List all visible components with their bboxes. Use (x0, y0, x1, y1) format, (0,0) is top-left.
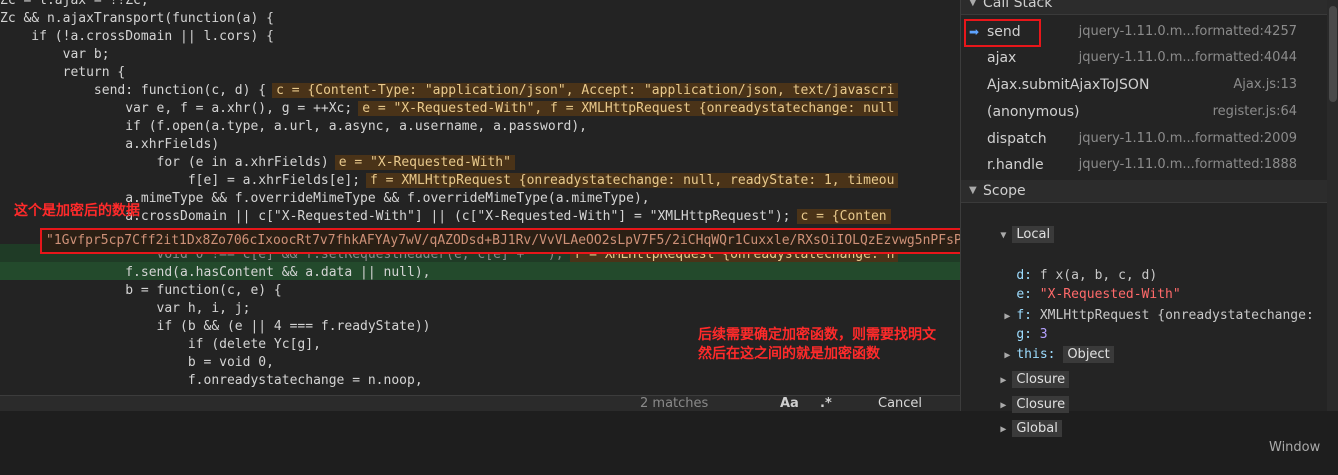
call-frame[interactable]: Ajax.submitAjaxToJSON Ajax.js:13 (961, 72, 1327, 98)
match-case-button[interactable]: Aa (780, 396, 799, 411)
code-line: Zc && n.ajaxTransport(function(a) { (0, 11, 274, 26)
code-line: b = function(c, e) { (0, 283, 282, 298)
call-stack-title: Call Stack (983, 0, 1053, 11)
code-line: send: function(c, d) {c = {Content-Type:… (0, 82, 899, 100)
code-line: Zc = l.ajax = !!Zc, (0, 0, 149, 8)
inline-value: e = "X-Requested-With", f = XMLHttpReque… (358, 101, 899, 116)
inline-value: c = {Content-Type: "application/json", A… (272, 83, 899, 98)
code-line: var b; (0, 47, 110, 62)
sidebar-scrollbar[interactable] (1327, 0, 1338, 411)
scrollbar-thumb[interactable] (1329, 6, 1337, 102)
inline-value: e = "X-Requested-With" (334, 155, 515, 170)
chevron-down-icon: ▼ (969, 185, 977, 196)
code-line: var h, i, j; (0, 301, 251, 316)
call-frame[interactable]: dispatch jquery-1.11.0.m...formatted:200… (961, 126, 1327, 152)
code-line: a.xhrFields) (0, 137, 220, 152)
code-line: f.send(a.hasContent && a.data || null), (0, 265, 431, 280)
code-line: b = void 0, (0, 355, 274, 370)
debugger-sidebar: ▼ Call Stack ➡ send jquery-1.11.0.m...fo… (960, 0, 1338, 455)
code-line: for (e in a.xhrFields) e = "X-Requested-W… (0, 154, 515, 172)
call-frame[interactable]: r.handle jquery-1.11.0.m...formatted:188… (961, 152, 1327, 178)
annotation-encrypt-function: 然后在这之间的就是加密函数 (698, 346, 880, 362)
annotation-encrypted-data: 这个是加密后的数据 (14, 203, 140, 219)
code-line: if (f.open(a.type, a.url, a.async, a.use… (0, 119, 587, 134)
scope-header[interactable]: ▼ Scope (961, 180, 1338, 203)
code-line: if (b && (e || 4 === f.readyState)) (0, 319, 431, 334)
chevron-right-icon: ▶ (1000, 424, 1013, 435)
inline-value: f = XMLHttpRequest {onreadystatechange: … (366, 173, 899, 188)
annotation-find-plaintext: 后续需要确定加密函数，则需要找明文 (698, 327, 936, 343)
code-line: if (delete Yc[g], (0, 337, 321, 352)
find-bar: 2 matches Aa .* Cancel (0, 395, 960, 411)
chevron-down-icon: ▼ (1000, 230, 1013, 241)
scope-title: Scope (983, 183, 1026, 199)
call-frame[interactable]: (anonymous) register.js:64 (961, 99, 1327, 125)
code-line: var e, f = a.xhr(), g = ++Xc; e = "X-Requ… (0, 100, 899, 118)
call-frame[interactable]: ajax jquery-1.11.0.m...formatted:4044 (961, 45, 1327, 71)
send-frame-highlight (964, 19, 1041, 47)
global-value: Window (1269, 440, 1321, 455)
global-scope[interactable]: ▶ Global Window (969, 402, 1320, 475)
find-match-count: 2 matches (640, 396, 709, 411)
code-line: f.onreadystatechange = n.noop, (0, 373, 423, 388)
code-line: f[e] = a.xhrFields[e]; f = XMLHttpRequest… (0, 172, 899, 190)
regex-button[interactable]: .* (820, 396, 832, 411)
code-line: return { (0, 65, 126, 80)
chevron-down-icon: ▼ (969, 0, 977, 8)
call-stack-header[interactable]: ▼ Call Stack (961, 0, 1338, 15)
inline-value: c = {Conten (796, 209, 891, 224)
code-line: if (!a.crossDomain || l.cors) { (0, 29, 274, 44)
cancel-button[interactable]: Cancel (878, 396, 922, 411)
